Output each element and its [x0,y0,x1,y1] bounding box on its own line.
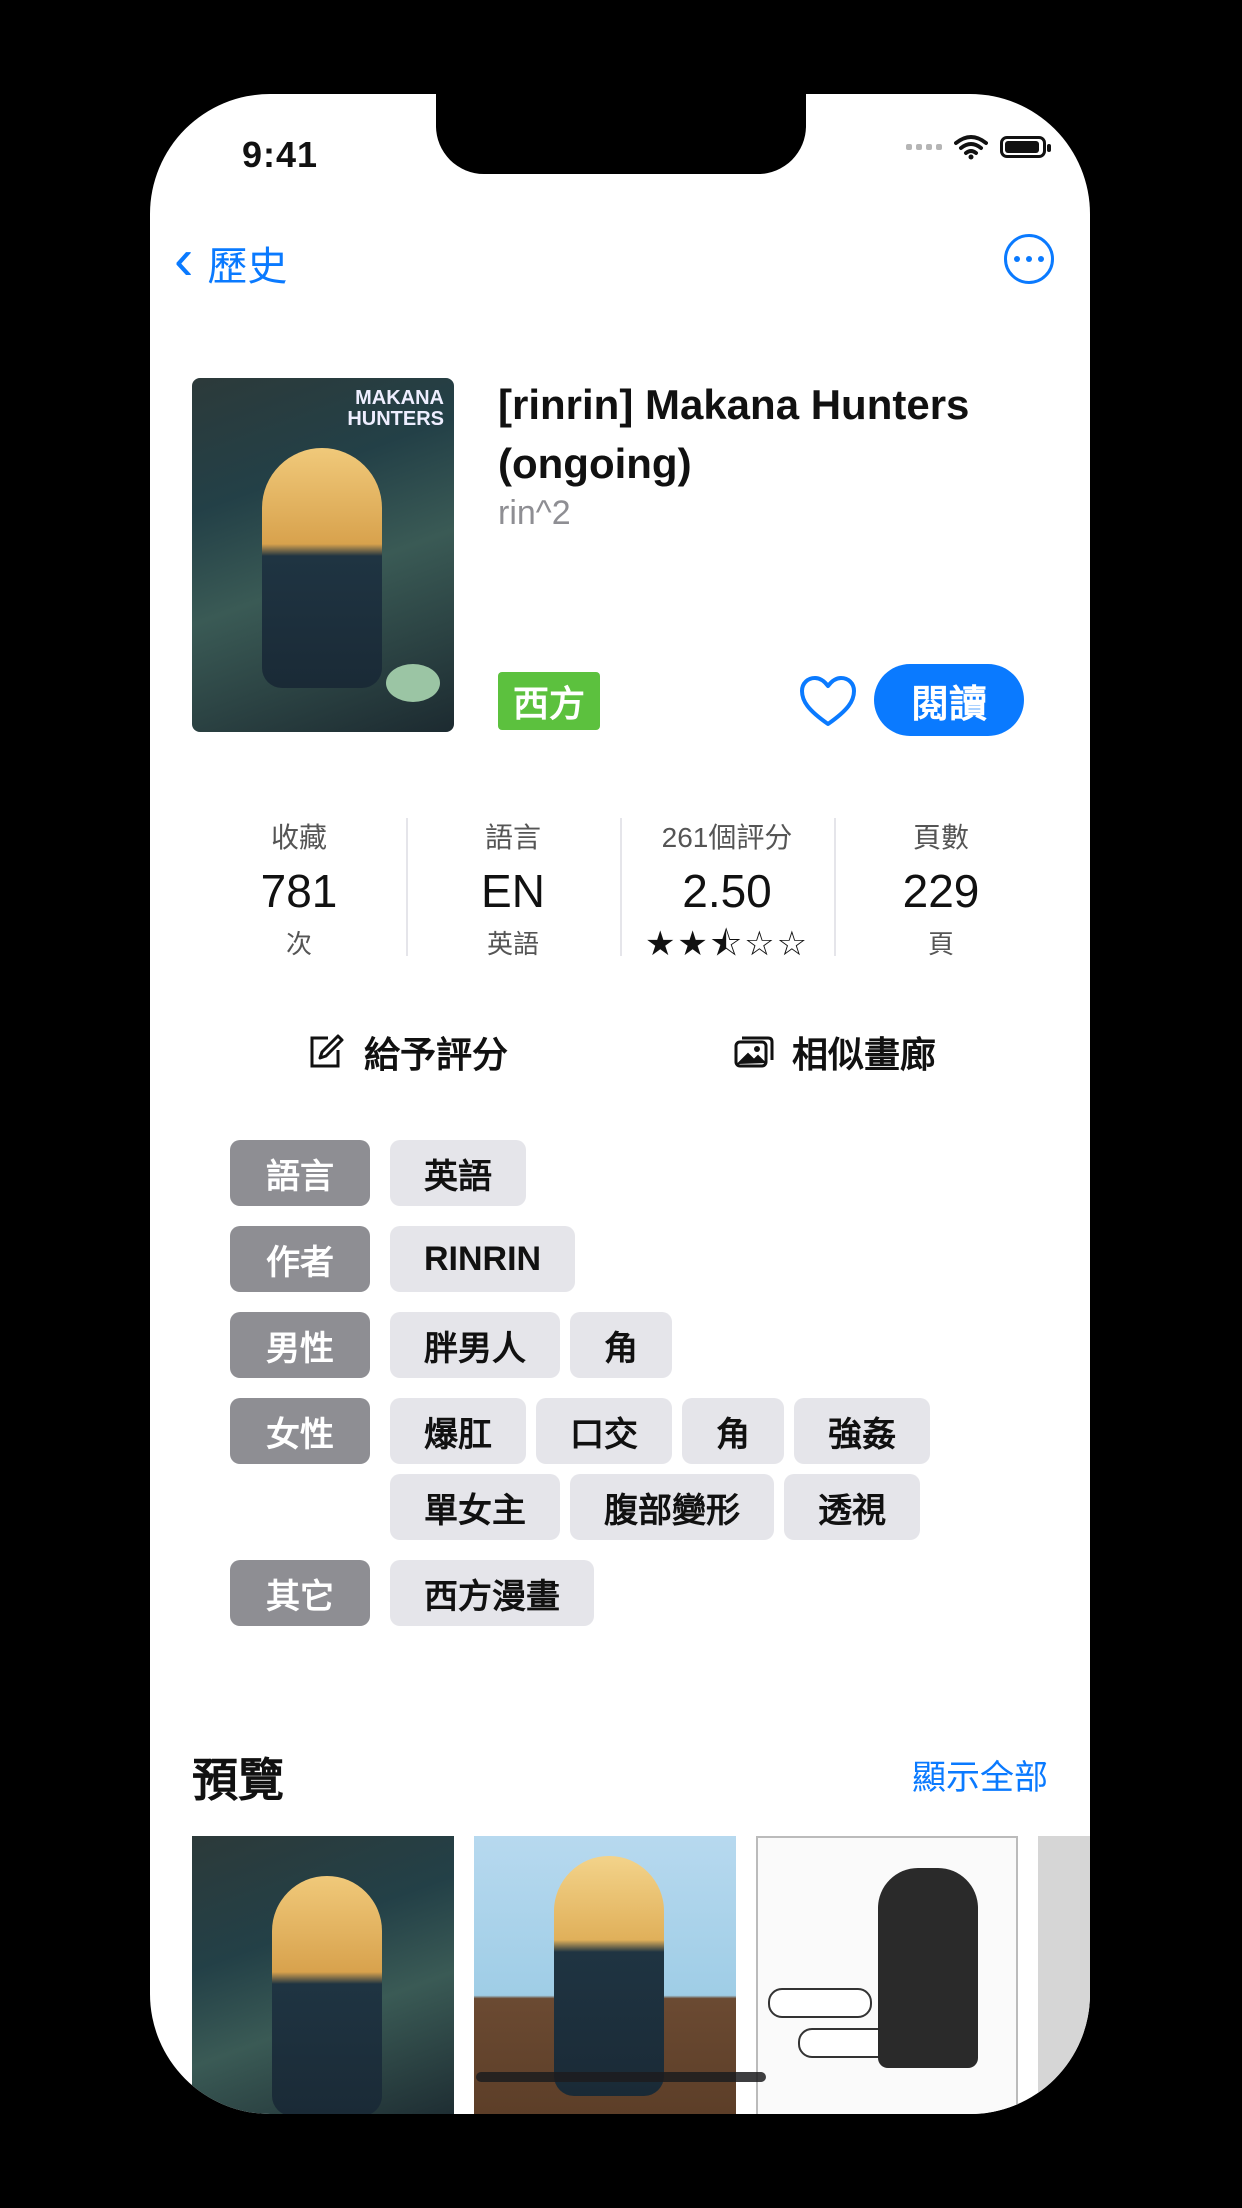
stat-sub: 次 [285,929,312,959]
tag-row-language: 語言 英語 [230,1140,1030,1206]
signal-icon [906,144,942,150]
stat-sub: 頁 [927,929,954,959]
tag-key: 語言 [230,1140,370,1206]
more-dot [1014,256,1020,262]
stat-favorites: 收藏 781 次 [192,806,406,959]
category-badge: 西方 [498,672,600,730]
tag-chip[interactable]: 強姦 [794,1398,930,1464]
stat-sub: 英語 [486,929,539,959]
battery-icon [1000,136,1051,158]
tag-chip[interactable]: 角 [682,1398,784,1464]
preview-thumbnail[interactable] [1038,1836,1090,2114]
wifi-icon [954,135,988,160]
edit-icon [310,1034,344,1068]
tag-values: 英語 [390,1140,950,1206]
tag-chip[interactable]: 口交 [536,1398,672,1464]
tag-values: 胖男人 角 [390,1312,950,1378]
cover-creature [386,664,440,702]
tag-row-artist: 作者 RINRIN [230,1226,1030,1292]
notch [436,94,806,174]
more-options-button[interactable] [1004,234,1054,284]
tag-row-female: 女性 爆肛 口交 角 強姦 單女主 腹部變形 透視 [230,1398,1030,1540]
tag-key: 其它 [230,1560,370,1626]
thumb-figure [878,1868,978,2068]
stats-row: 收藏 781 次 語言 EN 英語 261個評分 2.50 ★★⯪☆☆ 頁數 2… [192,806,1048,963]
stat-value: 781 [260,865,338,917]
stat-label: 頁數 [912,822,969,853]
tag-values: 爆肛 口交 角 強姦 單女主 腹部變形 透視 [390,1398,950,1540]
cover-logo-line2: HUNTERS [347,408,444,430]
thumb-figure [554,1856,664,2096]
tag-key: 男性 [230,1312,370,1378]
tag-values: 西方漫畫 [390,1560,950,1626]
gallery-title: [rinrin] Makana Hunters (ongoing) [498,381,970,487]
stat-pages: 頁數 229 頁 [834,806,1048,959]
cover-logo: MAKANA HUNTERS [347,388,444,430]
photos-icon [734,1036,774,1068]
cover-figure [262,448,382,688]
tag-chip[interactable]: 西方漫畫 [390,1560,594,1626]
tag-chip[interactable]: 爆肛 [390,1398,526,1464]
speech-bubble [768,1988,872,2018]
tag-chip[interactable]: 角 [570,1312,672,1378]
gallery-author[interactable]: rin^2 [498,494,571,533]
stat-value: 2.50 [682,865,772,917]
stat-label: 語言 [484,822,541,853]
tag-chip[interactable]: 透視 [784,1474,920,1540]
preview-thumbnail[interactable] [756,1836,1018,2114]
thumb-figure [272,1876,382,2114]
tag-row-other: 其它 西方漫畫 [230,1560,1030,1626]
preview-thumbnail[interactable] [192,1836,454,2114]
stat-label: 收藏 [270,822,327,853]
more-dot [1026,256,1032,262]
preview-header: 預覽 顯示全部 [192,1744,1048,1814]
tag-chip[interactable]: 胖男人 [390,1312,560,1378]
read-button[interactable]: 閱讀 [874,664,1024,736]
actions-row: 給予評分 相似畫廊 [192,1012,1048,1092]
tag-key: 女性 [230,1398,370,1464]
chevron-left-icon: ‹ [174,227,194,292]
stat-value: EN [481,865,545,917]
phone-screen: 9:41 ‹ 歷史 MAKANA HUNTERS [rinrin] Makana… [150,94,1090,2114]
tag-chip[interactable]: 英語 [390,1140,526,1206]
heart-icon[interactable] [798,674,858,730]
tag-list: 語言 英語 作者 RINRIN 男性 胖男人 角 女性 爆肛 口交 角 強姦 單… [230,1140,1030,1646]
home-indicator [476,2072,766,2082]
nav-bar: ‹ 歷史 [174,227,1066,306]
more-dot [1038,256,1044,262]
show-all-link[interactable]: 顯示全部 [912,1750,1048,1799]
tag-chip[interactable]: RINRIN [390,1226,576,1292]
status-icons [906,134,1051,160]
status-time: 9:41 [242,134,319,175]
similar-gallery-button[interactable]: 相似畫廊 [620,1012,1048,1092]
tag-chip[interactable]: 腹部變形 [570,1474,774,1540]
back-label: 歷史 [207,245,288,289]
stat-rating: 261個評分 2.50 ★★⯪☆☆ [620,806,834,963]
cover-image[interactable]: MAKANA HUNTERS [192,378,454,732]
stat-value: 229 [902,865,980,917]
back-button[interactable]: ‹ 歷史 [174,227,288,292]
tag-key: 作者 [230,1226,370,1292]
rating-stars-icon: ★★⯪☆☆ [644,925,810,963]
preview-title: 預覽 [192,1754,284,1806]
rate-button[interactable]: 給予評分 [192,1012,620,1092]
tag-values: RINRIN [390,1226,950,1292]
tag-chip[interactable]: 單女主 [390,1474,560,1540]
stat-label: 261個評分 [661,822,793,853]
tag-row-male: 男性 胖男人 角 [230,1312,1030,1378]
similar-label: 相似畫廊 [791,1034,936,1075]
cover-logo-line1: MAKANA [355,387,444,409]
stat-language: 語言 EN 英語 [406,806,620,959]
rate-label: 給予評分 [363,1034,508,1075]
